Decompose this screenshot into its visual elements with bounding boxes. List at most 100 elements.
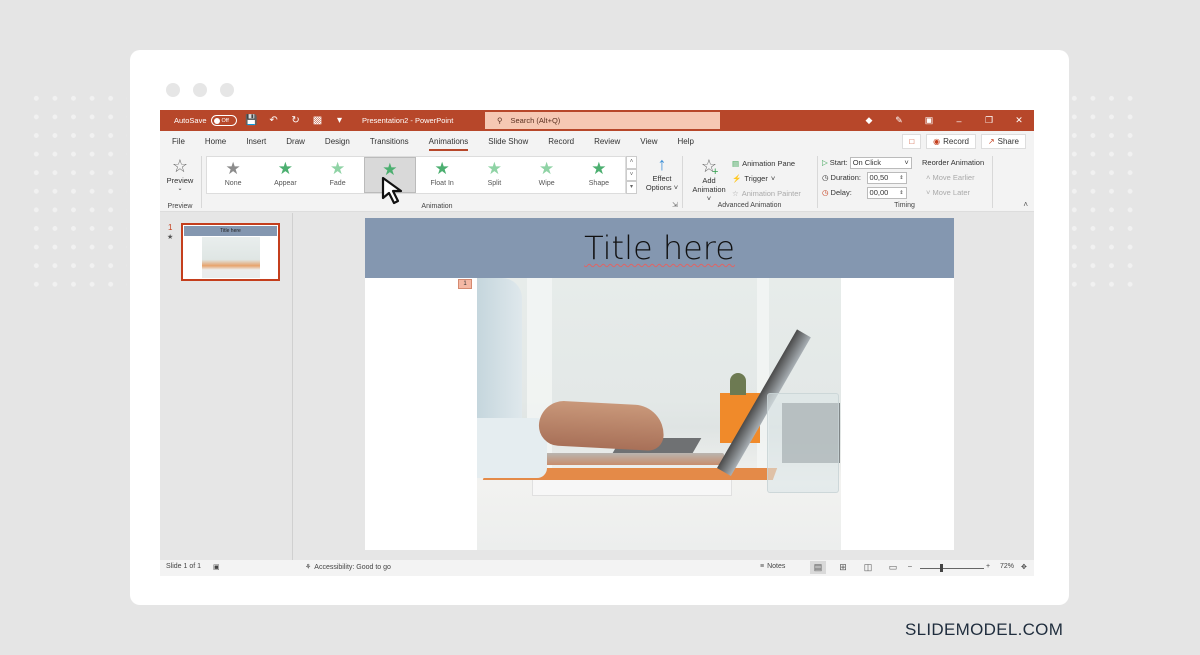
slideshow-button[interactable]: ▭ — [885, 561, 901, 574]
normal-view-button[interactable]: ▤ — [810, 561, 826, 574]
zoom-in-button[interactable]: + — [986, 563, 990, 570]
delay-label: Delay: — [830, 188, 852, 197]
delay-input[interactable]: 00,00 ⇕ — [866, 186, 907, 199]
window-dot — [166, 83, 180, 97]
gallery-down-button[interactable]: ˅ — [626, 168, 637, 182]
share-button[interactable]: ↗ Share — [980, 134, 1026, 149]
thumbnail-title: Title here — [184, 226, 277, 236]
reorder-title: Reorder Animation — [922, 158, 985, 167]
move-later-button[interactable]: ˅ Move Later — [922, 185, 984, 200]
effect-options-button[interactable]: ↑ Effect Options ˅ — [644, 154, 680, 192]
animation-split[interactable]: ★ Split — [468, 157, 520, 193]
star-green-icon: ★ — [434, 159, 450, 178]
customize-qat-icon[interactable]: ▾ — [333, 115, 347, 126]
tab-review[interactable]: Review — [594, 137, 620, 146]
accessibility-status[interactable]: ⚘ Accessibility: Good to go — [305, 563, 391, 572]
animation-label: Shape — [588, 180, 610, 187]
move-earlier-button[interactable]: ˄ Move Earlier — [922, 170, 984, 185]
document-title: Presentation2 - PowerPoint — [362, 116, 454, 125]
star-gray-icon: ★ — [225, 159, 241, 178]
present-icon[interactable]: ▩ — [311, 115, 325, 126]
comments-button[interactable]: □ — [902, 134, 922, 149]
add-star-icon: ☆ + — [700, 156, 719, 178]
star-burst-green-icon: ★ — [277, 159, 293, 178]
star-wipe-green-icon: ★ — [539, 159, 555, 178]
preview-button[interactable]: ☆ Preview ⌄ — [165, 156, 195, 192]
slide[interactable]: Title here 1 — [365, 218, 954, 550]
tab-transitions[interactable]: Transitions — [370, 137, 409, 146]
slide-thumbnail[interactable]: Title here — [181, 223, 280, 281]
add-animation-button[interactable]: ☆ + Add Animation ˅ — [690, 156, 728, 203]
animation-wipe[interactable]: ★ Wipe — [521, 157, 573, 193]
advanced-animation-list: ▤ Animation Pane ⚡ Trigger ˅ ☆ Animation Pa… — [732, 156, 801, 201]
slide-sorter-button[interactable]: ⊞ — [835, 561, 851, 574]
animation-order-badge[interactable]: 1 — [458, 279, 472, 289]
animation-pane-button[interactable]: ▤ Animation Pane — [732, 156, 801, 171]
start-select[interactable]: On Click ˅ — [849, 156, 912, 169]
tab-animations[interactable]: Animations — [428, 137, 468, 151]
dialog-launcher-icon[interactable]: ⇲ — [672, 201, 678, 209]
animation-none[interactable]: ★ None — [207, 157, 259, 193]
star-shape-green-icon: ★ — [591, 159, 607, 178]
notes-icon: ≡ — [760, 563, 765, 570]
laptop-photo[interactable] — [477, 278, 841, 550]
zoom-slider-thumb[interactable] — [940, 564, 943, 572]
decorative-dots-right — [1065, 89, 1141, 299]
animation-fade[interactable]: ★ Fade — [312, 157, 364, 193]
tab-slide-show[interactable]: Slide Show — [488, 137, 528, 146]
animation-group-label: Animation — [421, 203, 453, 210]
reading-view-button[interactable]: ◫ — [860, 561, 876, 574]
record-button[interactable]: ◉ Record — [926, 134, 976, 149]
fit-to-window-icon[interactable]: ✥ — [1021, 563, 1027, 571]
search-box[interactable]: ⚲ Search (Alt+Q) — [485, 112, 720, 129]
animation-appear[interactable]: ★ Appear — [259, 157, 311, 193]
ribbon: ☆ Preview ⌄ Preview Animation ★ None ★ Appe… — [160, 152, 1034, 212]
tab-insert[interactable]: Insert — [246, 137, 266, 146]
collapse-ribbon-icon[interactable]: ˄ — [1023, 200, 1028, 209]
restore-icon[interactable]: ❐ — [974, 115, 1004, 126]
slide-count: Slide 1 of 1 — [166, 563, 202, 570]
gallery-more-button[interactable]: ▾ — [626, 181, 637, 195]
tab-view[interactable]: View — [640, 137, 657, 146]
minimize-icon[interactable]: – — [944, 116, 974, 126]
search-placeholder: Search (Alt+Q) — [510, 116, 561, 125]
tab-draw[interactable]: Draw — [286, 137, 305, 146]
tab-design[interactable]: Design — [325, 137, 350, 146]
title-bar: AutoSave Off 💾 ↶ ↻ ▩ ▾ Presentation2 - P… — [160, 110, 1034, 131]
autosave-toggle[interactable]: Off — [210, 115, 237, 126]
zoom-slider-track[interactable] — [920, 568, 984, 569]
slide-editor: Title here 1 — [294, 213, 1034, 560]
close-icon[interactable]: ✕ — [1004, 115, 1034, 126]
animation-shape[interactable]: ★ Shape — [573, 157, 625, 193]
zoom-level[interactable]: 72% — [1000, 563, 1014, 570]
status-bar: Slide 1 of 1 ▣ ⚘ Accessibility: Good to g… — [160, 560, 1034, 576]
ribbon-display-icon[interactable]: ▣ — [914, 115, 944, 126]
tab-help[interactable]: Help — [678, 137, 694, 146]
duration-label: Duration: — [830, 173, 861, 182]
accessibility-icon: ⚘ — [305, 564, 312, 571]
tab-file[interactable]: File — [172, 137, 185, 146]
tab-record[interactable]: Record — [548, 137, 574, 146]
tab-home[interactable]: Home — [205, 137, 226, 146]
notes-button[interactable]: ≡ Notes — [760, 563, 785, 570]
pen-icon[interactable]: ✎ — [884, 115, 914, 126]
animation-label: None — [224, 180, 242, 187]
advanced-group-label: Advanced Animation — [717, 202, 782, 209]
slide-title: Title here — [584, 229, 735, 267]
redo-icon[interactable]: ↻ — [289, 115, 303, 126]
gallery-scroll: ˄ ˅ ▾ — [626, 156, 637, 195]
slide-title-placeholder[interactable]: Title here — [365, 218, 954, 278]
decorative-dots-left — [27, 89, 127, 299]
zoom-out-button[interactable]: – — [908, 563, 912, 570]
trigger-button[interactable]: ⚡ Trigger ˅ — [732, 171, 801, 186]
animation-float-in[interactable]: ★ Float In — [416, 157, 468, 193]
spell-check-icon[interactable]: ▣ — [213, 563, 220, 571]
duration-input[interactable]: 00,50 ⇕ — [866, 171, 907, 184]
preview-group-label: Preview — [167, 203, 193, 210]
animation-label: Wipe — [538, 180, 555, 187]
diamond-icon[interactable]: ◆ — [854, 115, 884, 126]
animation-painter-button[interactable]: ☆ Animation Painter — [732, 186, 801, 201]
gallery-up-button[interactable]: ˄ — [626, 156, 637, 169]
undo-icon[interactable]: ↶ — [267, 115, 281, 126]
save-icon[interactable]: 💾 — [245, 115, 259, 126]
